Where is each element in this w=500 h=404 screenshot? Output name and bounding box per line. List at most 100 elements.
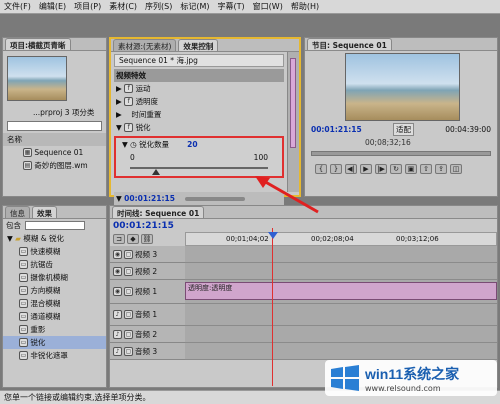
playhead-handle[interactable] bbox=[268, 232, 278, 239]
lock-icon[interactable]: ▢ bbox=[124, 287, 133, 296]
safe-margins-button[interactable]: ▣ bbox=[405, 164, 417, 174]
filter-icon[interactable]: ▼ bbox=[116, 194, 122, 203]
program-timecode[interactable]: 00:01:21:15 bbox=[311, 125, 362, 134]
snap-button[interactable]: ⊐ bbox=[113, 234, 125, 244]
effects-list-item[interactable]: ▭ 混合模糊 bbox=[3, 297, 106, 310]
mark-out-button[interactable]: } bbox=[330, 164, 342, 174]
expand-arrow-icon[interactable]: ▶ bbox=[116, 84, 122, 93]
effect-label: 非锐化遮罩 bbox=[30, 351, 68, 360]
zoom-slider[interactable] bbox=[184, 196, 245, 201]
menu-sequence[interactable]: 序列(S) bbox=[141, 1, 176, 12]
step-back-button[interactable]: ◀| bbox=[345, 164, 357, 174]
eye-icon[interactable]: ◉ bbox=[113, 266, 122, 276]
fit-dropdown[interactable]: 适配 bbox=[392, 123, 414, 136]
track-body[interactable] bbox=[185, 304, 497, 326]
marker-button[interactable]: ◆ bbox=[127, 234, 139, 244]
tab-source[interactable]: 素材源:(无素材) bbox=[113, 39, 177, 51]
menu-marker[interactable]: 标记(M) bbox=[176, 1, 213, 12]
mark-in-button[interactable]: { bbox=[315, 164, 327, 174]
project-item[interactable]: 奇妙的图层.wm bbox=[34, 160, 87, 171]
effects-list-item[interactable]: ▭ 摄像机模糊 bbox=[3, 271, 106, 284]
speaker-icon[interactable]: ♪ bbox=[113, 329, 122, 339]
menu-edit[interactable]: 编辑(E) bbox=[35, 1, 70, 12]
effects-list-item[interactable]: ▭ 通道模糊 bbox=[3, 310, 106, 323]
effects-search-input[interactable] bbox=[25, 221, 85, 230]
effect-row-time-remap[interactable]: 时间重置 bbox=[131, 109, 161, 120]
effects-list-item[interactable]: ▭ 重影 bbox=[3, 323, 106, 336]
menu-file[interactable]: 文件(F) bbox=[0, 1, 35, 12]
track-header[interactable]: ◉ ▢ 视频 3 bbox=[110, 246, 185, 263]
scroll-thumb[interactable] bbox=[290, 58, 296, 148]
eye-icon[interactable]: ◉ bbox=[113, 287, 122, 296]
sharpen-slider-handle[interactable] bbox=[152, 169, 161, 175]
menu-project[interactable]: 项目(P) bbox=[70, 1, 105, 12]
menu-title[interactable]: 字幕(T) bbox=[214, 1, 249, 12]
stopwatch-icon[interactable]: ◷ bbox=[130, 140, 137, 149]
video-clip[interactable]: 透明度:透明度 bbox=[185, 282, 497, 300]
collapse-arrow-icon[interactable]: ▼ bbox=[116, 123, 122, 132]
track-body[interactable] bbox=[185, 343, 497, 360]
name-column-header[interactable]: 名称 bbox=[7, 134, 22, 145]
speaker-icon[interactable]: ♪ bbox=[113, 310, 122, 319]
track-body[interactable]: 透明度:透明度 bbox=[185, 280, 497, 304]
timeline-track: ◉ ▢ 视频 1 透明度:透明度 bbox=[110, 280, 497, 304]
effect-control-scrollbar[interactable] bbox=[287, 52, 299, 192]
track-header[interactable]: ♪ ▢ 音频 3 bbox=[110, 343, 185, 360]
effects-folder[interactable]: 模糊 & 锐化 bbox=[23, 233, 64, 244]
eye-icon[interactable]: ◉ bbox=[113, 249, 122, 259]
playhead-line[interactable] bbox=[272, 228, 273, 386]
effects-list-item[interactable]: ▭ 锐化 bbox=[3, 336, 106, 349]
effect-row-sharpen[interactable]: 锐化 bbox=[136, 122, 151, 133]
effect-row-motion[interactable]: 运动 bbox=[136, 83, 151, 94]
lock-icon[interactable]: ▢ bbox=[124, 329, 133, 339]
track-body[interactable] bbox=[185, 246, 497, 263]
project-panel: 项目:横截页青晰 ...prproj 3 项分类 名称 ▦ Sequence 0… bbox=[2, 37, 107, 197]
link-button[interactable]: ⛓ bbox=[141, 234, 153, 244]
lock-icon[interactable]: ▢ bbox=[124, 310, 133, 319]
menu-window[interactable]: 窗口(W) bbox=[249, 1, 287, 12]
track-header[interactable]: ◉ ▢ 视频 2 bbox=[110, 263, 185, 280]
menu-clip[interactable]: 素材(C) bbox=[105, 1, 141, 12]
effects-list-item[interactable]: ▭ 快速模糊 bbox=[3, 245, 106, 258]
loop-button[interactable]: ↻ bbox=[390, 164, 402, 174]
collapse-arrow-icon[interactable]: ▼ bbox=[7, 234, 13, 243]
track-header[interactable]: ◉ ▢ 视频 1 bbox=[110, 280, 185, 304]
lock-icon[interactable]: ▢ bbox=[124, 346, 133, 356]
project-item[interactable]: Sequence 01 bbox=[34, 148, 83, 157]
timeline-timecode[interactable]: 00:01:21:15 bbox=[113, 221, 174, 231]
lock-icon[interactable]: ▢ bbox=[124, 249, 133, 259]
project-search-input[interactable] bbox=[7, 121, 102, 131]
expand-arrow-icon[interactable]: ▶ bbox=[116, 110, 122, 119]
expand-arrow-icon[interactable]: ▶ bbox=[116, 97, 122, 106]
track-header[interactable]: ♪ ▢ 音频 2 bbox=[110, 326, 185, 343]
play-button[interactable]: ▶ bbox=[360, 164, 372, 174]
track-header[interactable]: ♪ ▢ 音频 1 bbox=[110, 304, 185, 326]
extract-button[interactable]: ⇪ bbox=[435, 164, 447, 174]
step-forward-button[interactable]: |▶ bbox=[375, 164, 387, 174]
lock-icon[interactable]: ▢ bbox=[124, 266, 133, 276]
program-duration: 00:04:39:00 bbox=[445, 125, 491, 134]
speaker-icon[interactable]: ♪ bbox=[113, 346, 122, 356]
tab-effects[interactable]: 效果 bbox=[32, 206, 57, 218]
tab-effect-control[interactable]: 效果控制 bbox=[178, 39, 219, 51]
export-frame-button[interactable]: ◫ bbox=[450, 164, 462, 174]
track-body[interactable] bbox=[185, 263, 497, 280]
program-scrubber[interactable] bbox=[311, 151, 491, 156]
effects-list-item[interactable]: ▭ 抗锯齿 bbox=[3, 258, 106, 271]
tab-timeline[interactable]: 时间线: Sequence 01 bbox=[112, 206, 205, 218]
tab-program[interactable]: 节目: Sequence 01 bbox=[307, 38, 392, 50]
sharpen-amount-value[interactable]: 20 bbox=[187, 140, 197, 149]
effects-list-item[interactable]: ▭ 方向模糊 bbox=[3, 284, 106, 297]
timeline-ruler[interactable]: 00;01;04;02 00;02;08;04 00;03;12;06 bbox=[185, 232, 497, 246]
tab-project[interactable]: 项目:横截页青晰 bbox=[5, 38, 71, 50]
collapse-arrow-icon[interactable]: ▼ bbox=[122, 140, 128, 149]
effects-list-item[interactable]: ▭ 非锐化遮罩 bbox=[3, 349, 106, 362]
tab-info[interactable]: 信息 bbox=[5, 206, 30, 218]
lift-button[interactable]: ⇧ bbox=[420, 164, 432, 174]
menu-help[interactable]: 帮助(H) bbox=[287, 1, 323, 12]
sharpen-slider-track[interactable] bbox=[130, 167, 268, 169]
effect-row-opacity[interactable]: 透明度 bbox=[136, 96, 159, 107]
effect-control-timecode[interactable]: 00:01:21:15 bbox=[124, 194, 175, 203]
effect-label: 通道模糊 bbox=[30, 312, 61, 321]
track-body[interactable] bbox=[185, 326, 497, 343]
